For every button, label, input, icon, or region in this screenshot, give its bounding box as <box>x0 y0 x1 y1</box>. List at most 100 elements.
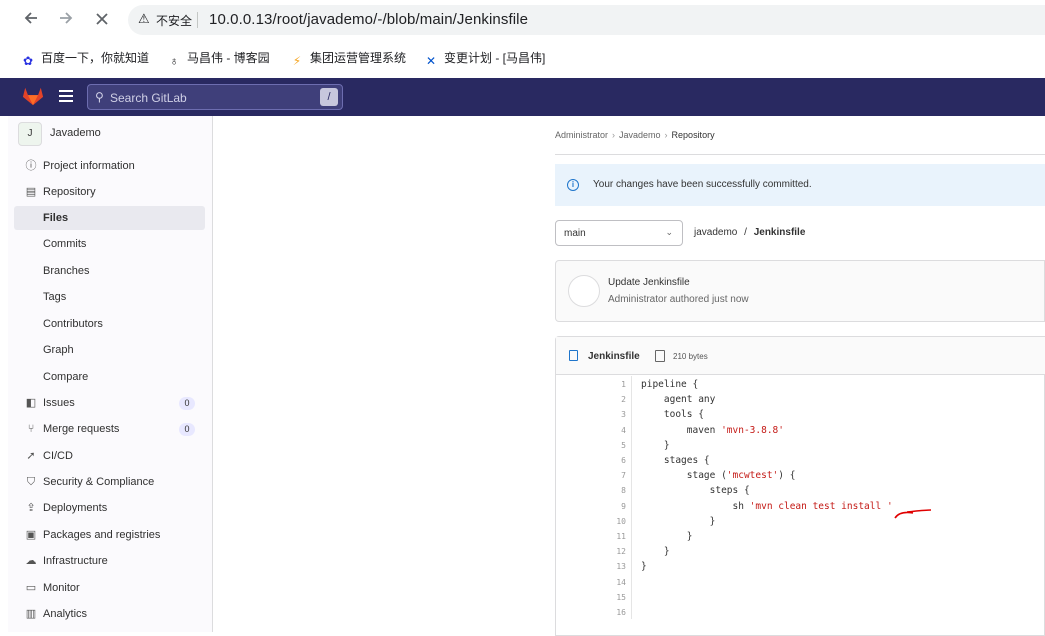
code-text: agent any <box>641 394 715 405</box>
copy-icon[interactable] <box>655 350 665 362</box>
project-sidebar: J Javademo ⓘ Project information ▤ Reposito… <box>8 116 213 632</box>
sidebar-item-packages-and-registries[interactable]: ▣ Packages and registries <box>14 523 205 547</box>
sidebar-item-issues[interactable]: ◧ Issues 0 <box>14 391 205 415</box>
search-placeholder: Search GitLab <box>110 91 187 105</box>
line-number[interactable]: 9 <box>586 502 626 511</box>
sidebar-item-compare[interactable]: Compare <box>14 365 205 389</box>
line-number[interactable]: 16 <box>586 608 626 617</box>
chart-icon: ▥ <box>25 608 37 620</box>
code-token: agent any <box>641 394 716 406</box>
line-number[interactable]: 5 <box>586 441 626 450</box>
line-number[interactable]: 3 <box>586 410 626 419</box>
code-text: pipeline { <box>641 379 698 390</box>
sidebar-item-branches[interactable]: Branches <box>14 259 205 283</box>
line-number[interactable]: 12 <box>586 547 626 556</box>
line-number[interactable]: 10 <box>586 517 626 526</box>
sidebar-item-graph[interactable]: Graph <box>14 338 205 362</box>
breadcrumb-current[interactable]: Repository <box>672 130 715 140</box>
bookmark-change-plan[interactable]: ✕ 变更计划 - [马昌伟] <box>423 49 545 69</box>
sidebar-item-ci-cd[interactable]: ➚ CI/CD <box>14 444 205 468</box>
line-number[interactable]: 11 <box>586 532 626 541</box>
path-project-link[interactable]: javademo <box>694 227 737 238</box>
code-token: pipeline { <box>641 379 699 390</box>
code-token: } <box>641 546 670 558</box>
commit-meta: Administrator authored just now <box>608 294 749 305</box>
branch-selector[interactable]: main ⌄ <box>555 220 683 246</box>
code-string: 'mvn clean test install ' <box>749 500 893 512</box>
search-shortcut-key: / <box>320 88 338 106</box>
sidebar-item-label: CI/CD <box>43 450 73 462</box>
file-header: Jenkinsfile 210 bytes <box>556 337 1045 375</box>
bookmark-cnblogs[interactable]: ♁ 马昌伟 - 博客园 <box>166 49 270 69</box>
code-line: 10 } <box>556 515 1045 530</box>
stop-button[interactable] <box>90 8 114 32</box>
breadcrumb-item[interactable]: Administrator <box>555 130 608 140</box>
cloud-icon: ☁ <box>25 555 37 567</box>
sidebar-item-label: Issues <box>43 397 75 409</box>
code-line: 6 stages { <box>556 454 1045 469</box>
sidebar-item-label: Packages and registries <box>43 529 161 541</box>
commit-title[interactable]: Update Jenkinsfile <box>608 277 690 288</box>
document-icon: ▤ <box>25 186 37 198</box>
sidebar-item-contributors[interactable]: Contributors <box>14 312 205 336</box>
code-string: 'mvn-3.8.8' <box>721 424 784 436</box>
code-token: sh <box>641 500 750 512</box>
commit-author[interactable]: Administrator <box>608 294 667 305</box>
sidebar-item-label: Monitor <box>43 582 80 594</box>
file-icon <box>569 350 578 361</box>
sidebar-item-tags[interactable]: Tags <box>14 285 205 309</box>
bookmark-baidu[interactable]: ✿ 百度一下，你就知道 <box>20 49 149 69</box>
sidebar-item-label: Project information <box>43 160 135 172</box>
breadcrumb-separator: › <box>664 130 668 140</box>
warning-icon: ⚠ <box>138 11 150 26</box>
line-number[interactable]: 4 <box>586 426 626 435</box>
rocket-icon: ➚ <box>26 450 36 462</box>
path-separator: / <box>744 227 747 238</box>
line-number[interactable]: 14 <box>586 578 626 587</box>
sidebar-item-commits[interactable]: Commits <box>14 232 205 256</box>
code-line: 7 stage ('mcwtest') { <box>556 469 1045 484</box>
project-name: Javademo <box>50 127 101 139</box>
search-input[interactable]: ⚲ Search GitLab / <box>87 84 343 110</box>
line-number[interactable]: 13 <box>586 562 626 571</box>
code-token: } <box>641 531 693 542</box>
bookmark-ops-system[interactable]: ⚡ 集团运营管理系统 <box>289 49 406 69</box>
line-number[interactable]: 2 <box>586 395 626 404</box>
address-bar[interactable]: ⚠ 不安全 10.0.0.13/root/javademo/-/blob/mai… <box>128 5 1045 35</box>
code-token: maven <box>641 424 722 436</box>
code-text: maven 'mvn-3.8.8' <box>641 425 784 436</box>
author-avatar[interactable] <box>568 275 600 307</box>
code-text: tools { <box>641 409 704 420</box>
bookmarks-bar: ✿ 百度一下，你就知道 ♁ 马昌伟 - 博客园 ⚡ 集团运营管理系统 ✕ 变更计划 - … <box>0 42 1045 74</box>
sidebar-item-project-information[interactable]: ⓘ Project information <box>14 154 205 178</box>
forward-button[interactable] <box>54 8 78 32</box>
sidebar-item-label: Analytics <box>43 608 88 620</box>
sidebar-item-infrastructure[interactable]: ☁ Infrastructure <box>14 549 205 573</box>
file-name: Jenkinsfile <box>588 351 640 362</box>
bookmark-label: 集团运营管理系统 <box>310 51 407 65</box>
back-button[interactable] <box>19 8 43 32</box>
arrow-left-icon <box>24 12 37 24</box>
menu-icon[interactable] <box>59 90 73 102</box>
breadcrumb-item[interactable]: Javademo <box>619 130 661 140</box>
breadcrumb-separator: › <box>612 130 616 140</box>
red-annotation-mark <box>894 509 932 519</box>
line-number[interactable]: 7 <box>586 471 626 480</box>
line-number[interactable]: 8 <box>586 486 626 495</box>
line-number[interactable]: 1 <box>586 380 626 389</box>
sidebar-item-security-compliance[interactable]: ⛉ Security & Compliance <box>14 470 205 494</box>
sidebar-item-files[interactable]: Files <box>14 206 205 230</box>
sidebar-item-deployments[interactable]: ⇪ Deployments <box>14 496 205 520</box>
sidebar-item-monitor[interactable]: ▭ Monitor <box>14 576 205 600</box>
sidebar-item-repository[interactable]: ▤ Repository <box>14 180 205 204</box>
sidebar-item-analytics[interactable]: ▥ Analytics <box>14 602 205 626</box>
sidebar-item-merge-requests[interactable]: ⑂ Merge requests 0 <box>14 417 205 441</box>
code-line: 1 pipeline { <box>556 378 1045 393</box>
package-icon: ▣ <box>25 529 37 541</box>
code-line: 15 <box>556 591 1045 606</box>
gitlab-logo-icon[interactable] <box>22 85 44 107</box>
branch-name: main <box>564 228 586 239</box>
line-number[interactable]: 6 <box>586 456 626 465</box>
line-number[interactable]: 15 <box>586 593 626 602</box>
bookmark-label: 变更计划 - [马昌伟] <box>444 51 546 65</box>
